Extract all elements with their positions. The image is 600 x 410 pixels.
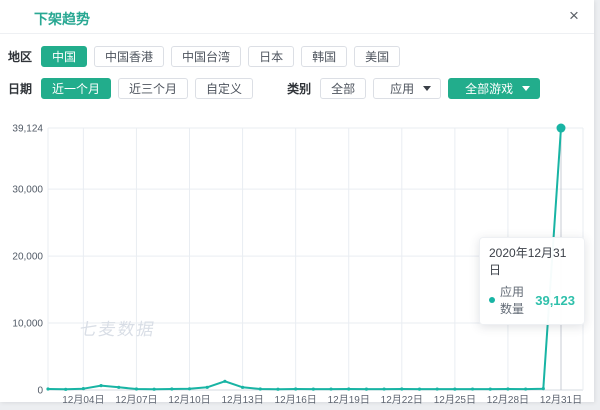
tooltip-value: 39,123	[535, 292, 575, 308]
svg-text:30,000: 30,000	[12, 185, 43, 196]
region-button-china[interactable]: 中国	[41, 46, 88, 67]
tooltip-date: 2020年12月31日	[489, 246, 567, 277]
category-button-all[interactable]: 全部	[320, 78, 367, 99]
date-label: 日期	[8, 82, 33, 96]
region-button-usa[interactable]: 美国	[354, 46, 401, 67]
game-filter-dropdown-value: 全部游戏	[465, 82, 514, 96]
close-icon[interactable]: ×	[564, 6, 584, 26]
svg-text:39,124: 39,124	[12, 124, 43, 135]
date-filter-row: 日期 近一个月 近三个月 自定义 类别 全部 应用 全部游戏	[8, 78, 547, 99]
region-button-taiwan[interactable]: 中国台湾	[171, 46, 242, 67]
game-filter-dropdown[interactable]: 全部游戏	[448, 78, 541, 99]
chevron-down-icon	[423, 86, 432, 91]
region-filter-row: 地区 中国 中国香港 中国台湾 日本 韩国 美国	[8, 46, 407, 67]
svg-text:12月07日: 12月07日	[115, 394, 157, 405]
svg-text:12月31日: 12月31日	[540, 394, 582, 405]
svg-text:12月13日: 12月13日	[221, 394, 263, 405]
category-label: 类别	[287, 82, 312, 96]
svg-text:12月10日: 12月10日	[168, 394, 210, 405]
svg-text:20,000: 20,000	[12, 252, 43, 263]
svg-text:12月04日: 12月04日	[62, 394, 104, 405]
region-button-hongkong[interactable]: 中国香港	[94, 46, 165, 67]
region-button-japan[interactable]: 日本	[248, 46, 295, 67]
category-type-dropdown[interactable]: 应用	[373, 78, 442, 99]
svg-text:10,000: 10,000	[12, 319, 43, 330]
trend-modal: 下架趋势 × 地区 中国 中国香港 中国台湾 日本 韩国 美国 日期 近一个月 …	[0, 0, 594, 406]
svg-text:12月19日: 12月19日	[328, 394, 370, 405]
svg-text:12月25日: 12月25日	[434, 394, 476, 405]
svg-text:0: 0	[37, 386, 43, 397]
region-button-korea[interactable]: 韩国	[301, 46, 348, 67]
tooltip-row: 应用数量 39,123	[489, 283, 575, 317]
date-button-custom[interactable]: 自定义	[195, 78, 254, 99]
svg-text:12月16日: 12月16日	[275, 394, 317, 405]
page-title: 下架趋势	[34, 11, 90, 27]
chevron-down-icon	[522, 86, 531, 91]
svg-text:12月22日: 12月22日	[381, 394, 423, 405]
series-dot-icon	[489, 297, 495, 303]
category-type-dropdown-value: 应用	[390, 82, 415, 96]
svg-text:12月28日: 12月28日	[487, 394, 529, 405]
region-label: 地区	[8, 50, 33, 64]
header-divider	[0, 33, 594, 34]
date-button-last-month[interactable]: 近一个月	[41, 78, 112, 99]
chart-tooltip: 2020年12月31日 应用数量 39,123	[479, 237, 585, 325]
tooltip-series-label: 应用数量	[500, 285, 525, 316]
date-button-last-3-months[interactable]: 近三个月	[118, 78, 189, 99]
